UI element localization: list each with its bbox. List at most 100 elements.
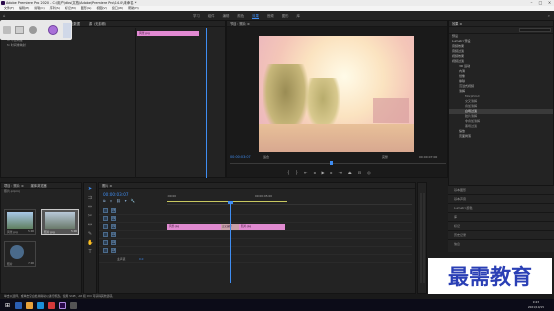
clip-photo[interactable]: 照片.jpg [239,224,285,230]
workspace-tab-color[interactable]: 颜色 [237,13,244,19]
ripple-edit-tool-icon[interactable]: ⇔ [87,204,93,210]
panel-lumetri-color[interactable]: Lumetri 颜色 [448,204,554,213]
program-timecode[interactable]: 00:00:03:07 [230,155,251,159]
work-area-bar[interactable] [167,201,287,202]
track-v1-source[interactable] [103,224,108,229]
ec-clip-bar[interactable]: 风景.jpg [137,31,199,36]
razor-tool-icon[interactable]: ✂ [87,213,93,219]
effects-search-input[interactable] [519,28,551,32]
lift-icon[interactable]: ⏏ [348,170,352,175]
program-playhead[interactable] [330,161,333,165]
timeline-title[interactable]: 照片 ≡ [99,183,415,189]
type-tool-icon[interactable]: T [87,249,93,255]
workspace-tab-learn[interactable]: 学习 [193,13,200,19]
pen-tool-icon[interactable]: ✎ [87,231,93,237]
menu-file[interactable]: 文件(F) [4,6,14,10]
timeline-timecode[interactable]: 00:00:03:07 [103,192,129,197]
panel-markers[interactable]: 标记 [448,222,554,231]
track-a3-label[interactable]: A3 [111,248,116,253]
menu-help[interactable]: 帮助(H) [128,6,139,10]
extract-icon[interactable]: ⊟ [358,170,361,175]
timeline-playhead-handle[interactable] [228,201,233,204]
program-fit-dropdown[interactable]: 适合 [263,155,269,159]
slip-tool-icon[interactable]: ↔ [87,222,93,228]
track-a3-source[interactable] [103,248,108,253]
tab-media-browser[interactable]: 媒体浏览器 [31,184,47,188]
taskbar-app-3-icon[interactable] [37,301,44,309]
workspace-tab-effects[interactable]: 效果 [252,13,259,19]
selection-tool-icon[interactable]: ➤ [87,186,93,192]
effects-item[interactable]: 页面剥落 [449,134,553,139]
track-v1-label[interactable]: V1 [111,224,116,229]
project-thumb-scenery[interactable]: 风景.jpg 5:00 [4,209,36,235]
taskbar-clock[interactable]: 9:23 2021/10/15 [528,300,544,309]
track-select-tool-icon[interactable]: ⇉ [87,195,93,201]
panel-info[interactable]: 信息 [448,240,554,249]
mark-in-icon[interactable]: { [287,170,290,175]
track-a1-source[interactable] [103,232,108,237]
track-a2-label[interactable]: A2 [111,240,116,245]
snap-icon[interactable]: ∩ [110,199,113,203]
hand-tool-icon[interactable]: ✋ [87,240,93,246]
track-v2-label[interactable]: V2 [111,216,116,221]
taskbar-app-4-icon[interactable] [48,301,55,309]
nest-icon[interactable]: ⧉ [103,199,106,203]
timeline-ruler[interactable]: :00:00 00:00:05:00 [167,192,412,205]
track-a2-source[interactable] [103,240,108,245]
play-icon[interactable]: ▶ [321,170,324,175]
workspace-tab-editing[interactable]: 编辑 [223,13,230,19]
panel-essential-graphics[interactable]: 基本图形 [448,186,554,195]
go-to-in-icon[interactable]: ⇤ [304,170,307,175]
project-thumb-sequence[interactable]: 照片 7:00 [4,241,36,267]
taskbar-app-1-icon[interactable] [15,301,22,309]
project-panel-title[interactable]: 项目：照片 ≡ [4,184,24,188]
add-marker-icon[interactable]: ▾ [125,199,127,203]
master-volume-value[interactable]: 0.0 [139,257,143,261]
overlay-side-icon[interactable] [63,23,71,38]
workspace-tab-audio[interactable]: 音频 [267,13,274,19]
search-icon[interactable]: ⌕ [548,13,550,18]
panel-history[interactable]: 历史记录 [448,231,554,240]
track-a1-label[interactable]: A1 [111,232,116,237]
menu-graphics[interactable]: 图形(G) [81,6,92,10]
menu-window[interactable]: 窗口(W) [112,6,123,10]
overlay-tool-icon-3[interactable] [29,26,37,34]
program-quality-dropdown[interactable]: 完整 [382,155,388,159]
workspace-tab-libraries[interactable]: 库 [296,13,299,19]
program-scrubber[interactable] [230,163,446,164]
tab-source[interactable]: 源（无剪辑） [89,22,108,26]
workspace-tab-graphics[interactable]: 图形 [282,13,289,19]
step-back-icon[interactable]: ◂ [313,170,315,175]
panel-libraries[interactable]: 库 [448,213,554,222]
wrench-icon[interactable]: 🔧 [131,199,135,203]
home-icon[interactable]: ⌂ [3,13,6,18]
menu-edit[interactable]: 编辑(E) [19,6,29,10]
overlay-record-icon[interactable] [48,25,58,35]
taskbar-app-2-icon[interactable] [26,301,33,309]
taskbar-premiere-icon[interactable] [59,301,66,309]
ec-playhead[interactable] [206,28,207,178]
start-icon[interactable]: ⊞ [4,302,11,309]
clip-scenery[interactable]: 风景.jpg [167,224,225,230]
track-v3-source[interactable] [103,208,108,213]
export-frame-icon[interactable]: ◎ [367,170,371,175]
menu-clip[interactable]: 剪辑(C) [34,6,44,10]
program-video-frame[interactable] [259,36,414,152]
mark-out-icon[interactable]: } [296,170,299,175]
track-v2-source[interactable] [103,216,108,221]
taskbar-app-6-icon[interactable] [70,301,77,309]
step-forward-icon[interactable]: ▸ [331,170,333,175]
overlay-tool-icon-2[interactable] [15,26,24,34]
project-thumb-photo[interactable]: 照片.jpg 5:00 [41,209,79,235]
workspace-tab-assembly[interactable]: 组件 [208,13,215,19]
overlay-tool-icon-1[interactable] [3,26,11,34]
ec-row-time-remap[interactable]: fx 时间重映射 [1,43,134,48]
linked-selection-icon[interactable]: ⛓ [116,199,121,203]
go-to-out-icon[interactable]: ⇥ [339,170,342,175]
menu-view[interactable]: 视图(V) [96,6,106,10]
timeline-playhead[interactable] [230,203,231,283]
menu-sequence[interactable]: 序列(S) [50,6,60,10]
track-v3-label[interactable]: V3 [111,208,116,213]
menu-marker[interactable]: 标记(M) [65,6,76,10]
panel-essential-sound[interactable]: 基本声音 [448,195,554,204]
